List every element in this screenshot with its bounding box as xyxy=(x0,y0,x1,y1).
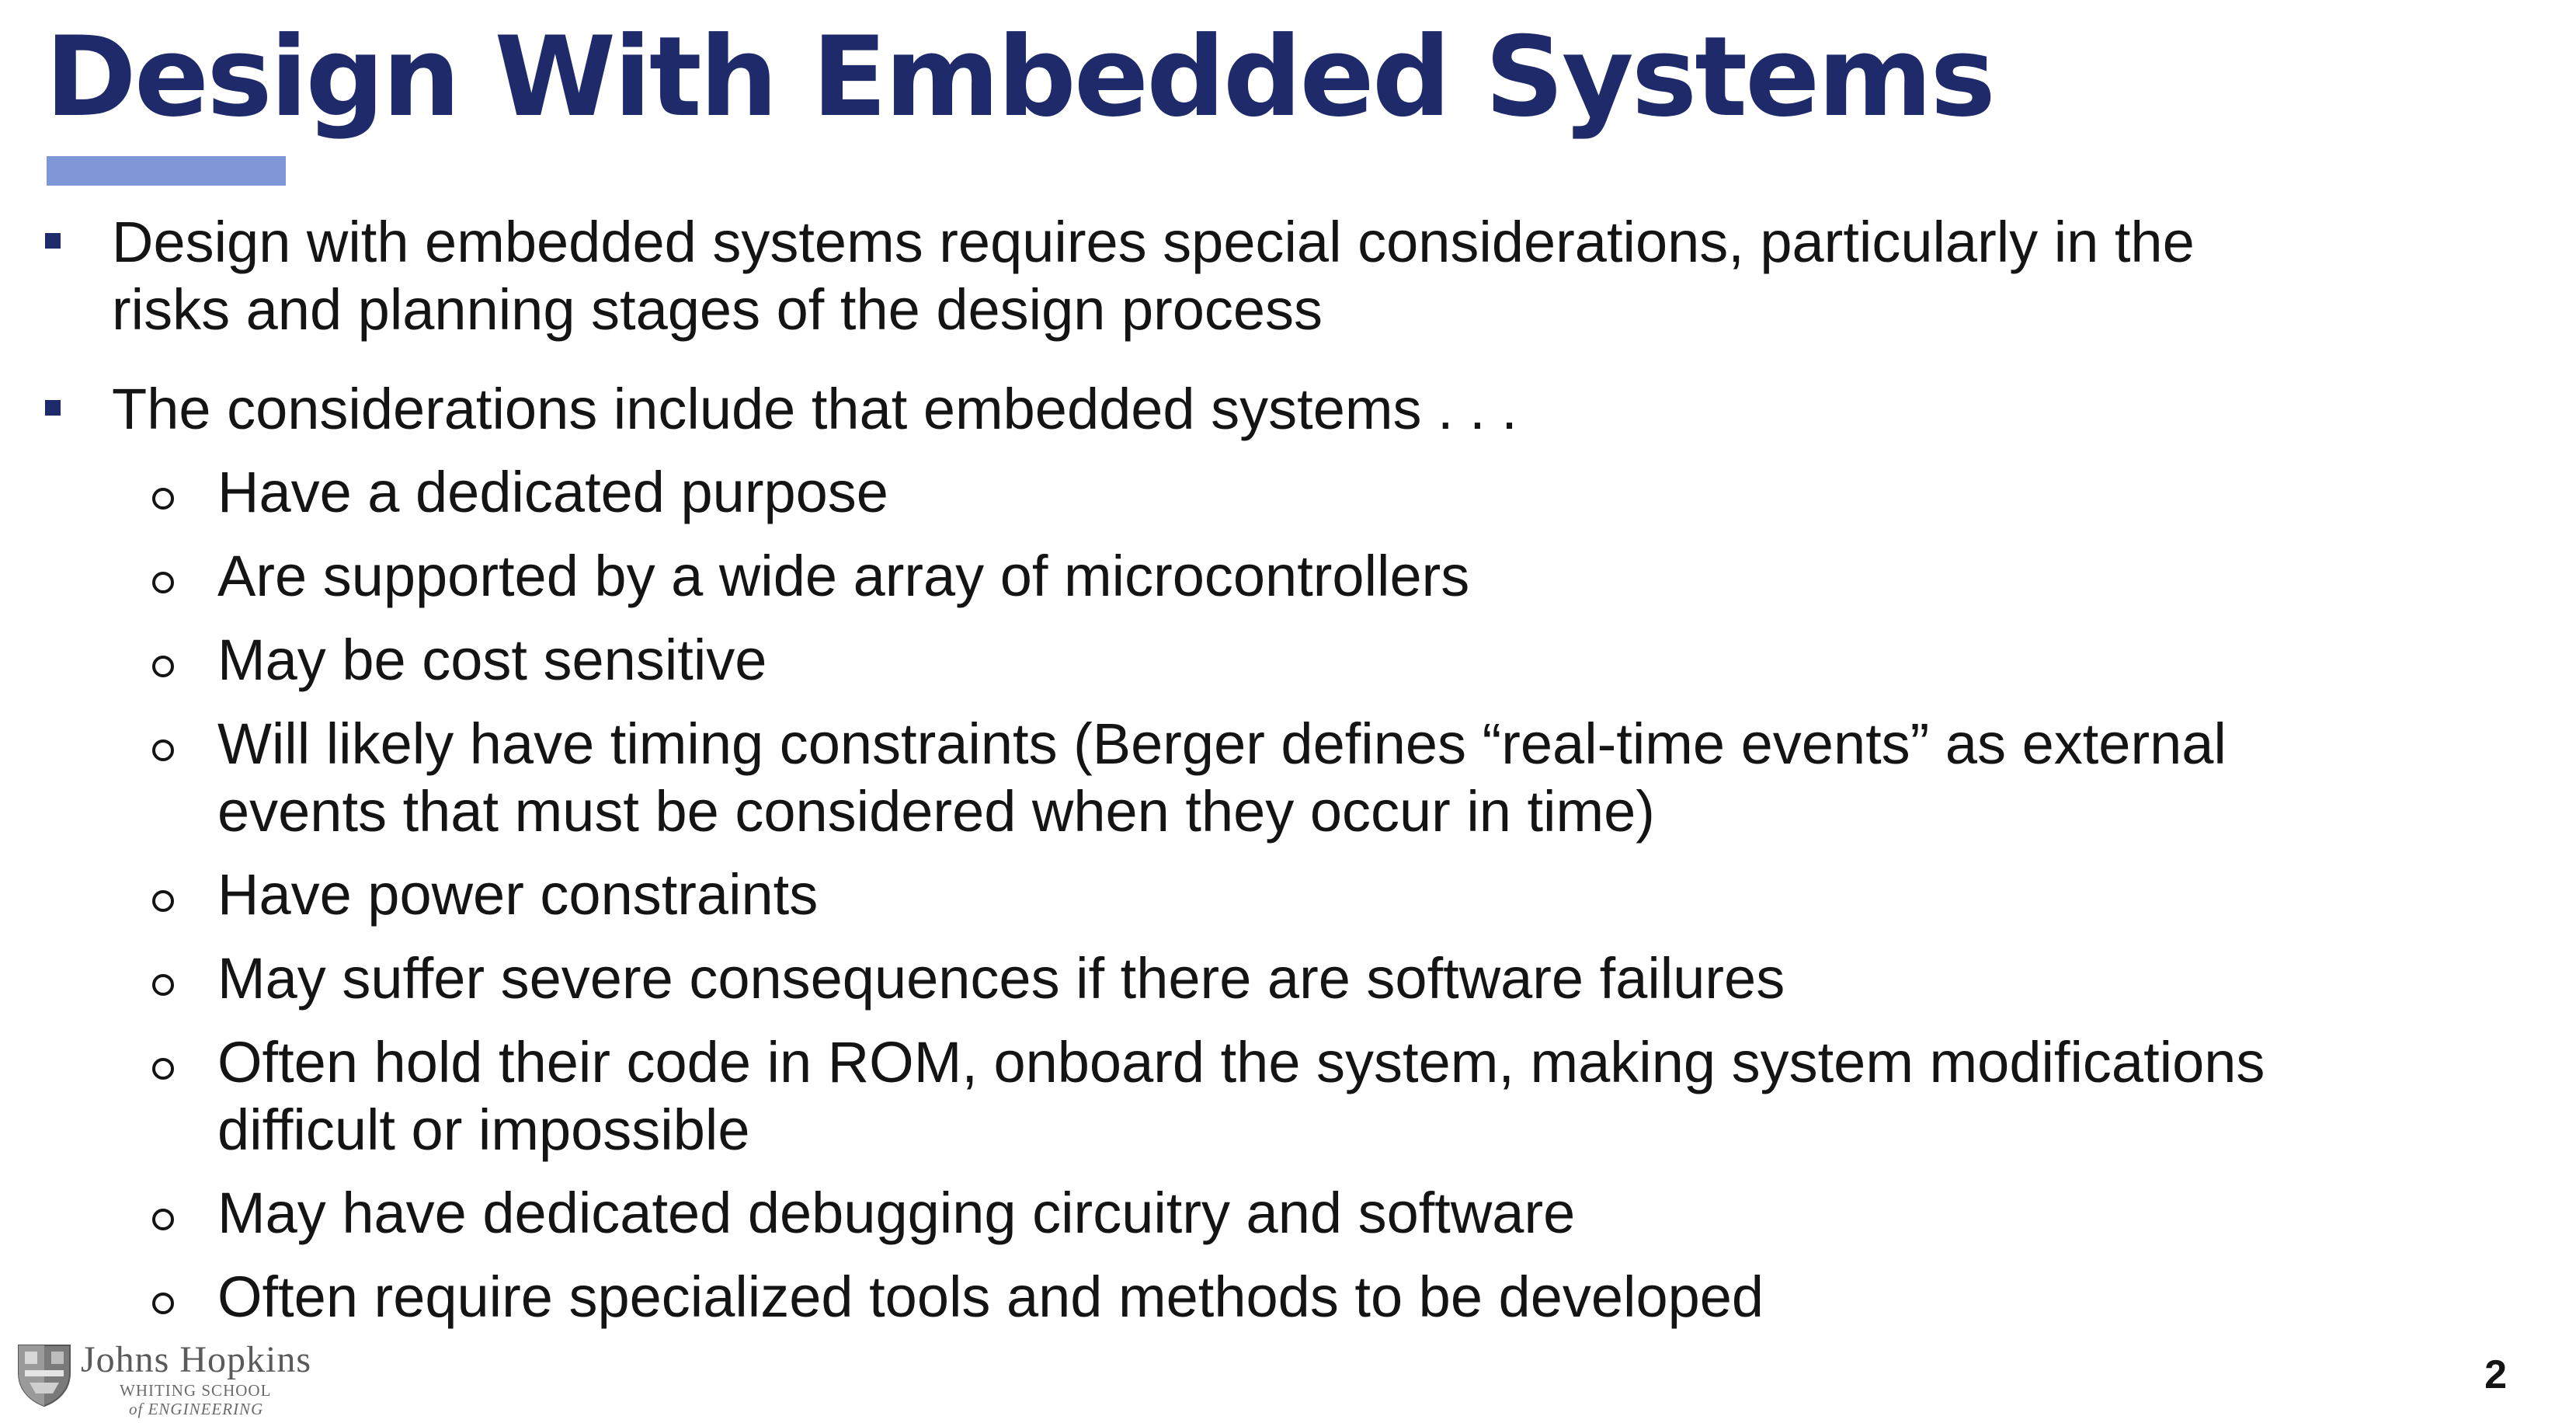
circle-bullet-icon xyxy=(152,974,174,996)
sub-bullet-text-line: May suffer severe consequences if there … xyxy=(217,946,1785,1011)
page-number: 2 xyxy=(2484,1352,2507,1397)
circle-bullet-icon xyxy=(152,890,174,912)
circle-bullet-icon xyxy=(152,572,174,593)
square-bullet-icon xyxy=(45,233,61,249)
title-accent-bar xyxy=(47,156,286,186)
circle-bullet-icon xyxy=(152,1293,174,1314)
logo-school-line: WHITING SCHOOL xyxy=(120,1381,272,1400)
circle-bullet-icon xyxy=(152,739,174,761)
square-bullet-icon xyxy=(45,400,61,416)
bullet-text-line: risks and planning stages of the design … xyxy=(112,277,1323,342)
sub-bullet-text-line: Often hold their code in ROM, onboard th… xyxy=(217,1030,2265,1094)
sub-bullet-text-line: difficult or impossible xyxy=(217,1098,750,1162)
sub-bullet-text-line: May be cost sensitive xyxy=(217,628,767,692)
sub-bullet-text-line: Have a dedicated purpose xyxy=(217,460,888,524)
circle-bullet-icon xyxy=(152,656,174,677)
university-logo: Johns Hopkins WHITING SCHOOL of ENGINEER… xyxy=(14,1338,340,1418)
circle-bullet-icon xyxy=(152,1209,174,1230)
sub-bullet-text-line: Have power constraints xyxy=(217,862,819,927)
bullet-text-line: Design with embedded systems requires sp… xyxy=(112,210,2195,274)
bullet-text-line: The considerations include that embedded… xyxy=(112,377,1517,441)
sub-bullet-text-line: May have dedicated debugging circuitry a… xyxy=(217,1181,1576,1245)
sub-bullet-text-line: Will likely have timing constraints (Ber… xyxy=(217,712,2227,776)
logo-school-line: of ENGINEERING xyxy=(129,1400,264,1418)
slide-title: Design With Embedded Systems xyxy=(45,13,1996,141)
circle-bullet-icon xyxy=(152,1058,174,1080)
shield-icon xyxy=(18,1345,71,1407)
sub-bullet-text-line: Are supported by a wide array of microco… xyxy=(217,544,1470,608)
circle-bullet-icon xyxy=(152,488,174,510)
logo-wordmark: Johns Hopkins xyxy=(81,1339,312,1380)
sub-bullet-text-line: events that must be considered when they… xyxy=(217,779,1655,844)
sub-bullet-text-line: Often require specialized tools and meth… xyxy=(217,1265,1764,1329)
